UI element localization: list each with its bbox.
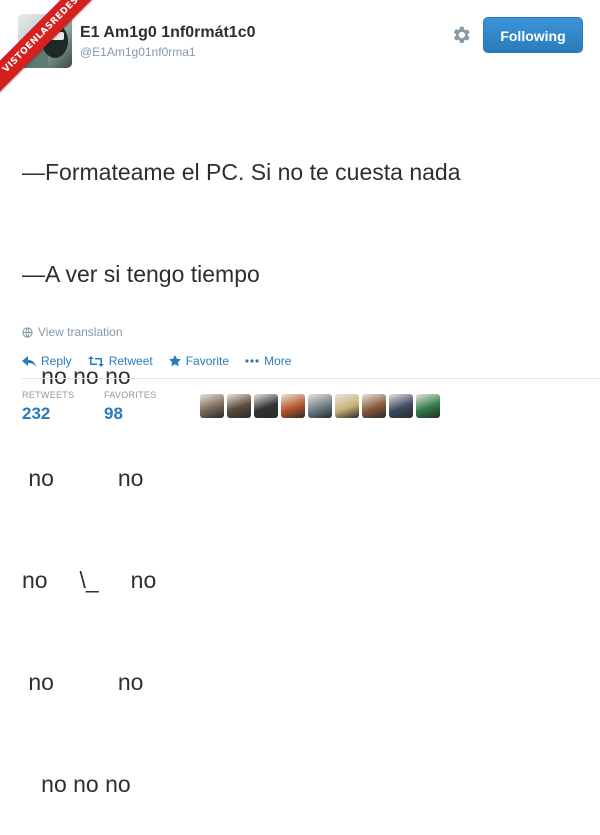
more-label: More	[264, 354, 292, 368]
following-button[interactable]: Following	[483, 17, 583, 53]
tweet-line: —Formateame el PC. Si no te cuesta nada	[22, 159, 461, 185]
retweet-icon	[87, 355, 104, 367]
favoriter-avatar[interactable]	[389, 394, 413, 418]
favoriter-avatar[interactable]	[335, 394, 359, 418]
favoriter-avatar[interactable]	[200, 394, 224, 418]
tweet-actions: Reply Retweet Favorite More	[22, 354, 307, 368]
retweets-stat[interactable]: RETWEETS 232	[22, 390, 104, 424]
tweet-line: —A ver si tengo tiempo	[22, 261, 260, 287]
tweet-line: no \_ no	[22, 567, 157, 593]
tweet-line: no no	[22, 465, 144, 491]
tweet-text: —Formateame el PC. Si no te cuesta nada …	[22, 87, 592, 835]
favoriter-avatar[interactable]	[281, 394, 305, 418]
tweet-line: no no no	[22, 771, 131, 797]
favoriter-avatar[interactable]	[308, 394, 332, 418]
gear-icon[interactable]	[450, 24, 472, 46]
reply-label: Reply	[41, 354, 72, 368]
favoriter-avatar[interactable]	[227, 394, 251, 418]
watermark-ribbon: VISTOENLASREDES	[0, 0, 110, 110]
retweet-label: Retweet	[108, 354, 153, 368]
favoriter-avatars	[200, 394, 440, 418]
retweets-label: RETWEETS	[22, 390, 75, 400]
favorites-stat[interactable]: FAVORITES 98	[104, 390, 186, 424]
favoriter-avatar[interactable]	[254, 394, 278, 418]
view-translation-label: View translation	[38, 325, 123, 339]
star-icon	[168, 355, 181, 367]
ellipsis-icon	[245, 359, 259, 363]
retweet-button[interactable]: Retweet	[87, 354, 153, 368]
view-translation-link[interactable]: View translation	[22, 325, 123, 339]
globe-icon	[22, 326, 33, 338]
retweets-count: 232	[22, 404, 51, 423]
favorites-count: 98	[104, 404, 123, 423]
favoriter-avatar[interactable]	[416, 394, 440, 418]
tweet-line: no no	[22, 669, 144, 695]
favorite-label: Favorite	[185, 354, 230, 368]
more-button[interactable]: More	[245, 354, 291, 368]
reply-button[interactable]: Reply	[22, 354, 72, 368]
reply-icon	[22, 355, 36, 367]
divider	[22, 378, 600, 379]
favorite-button[interactable]: Favorite	[168, 354, 230, 368]
watermark-text: VISTOENLASREDES	[0, 0, 109, 103]
favoriter-avatar[interactable]	[362, 394, 386, 418]
tweet-stats: RETWEETS 232 FAVORITES 98	[22, 390, 186, 424]
favorites-label: FAVORITES	[104, 390, 157, 400]
